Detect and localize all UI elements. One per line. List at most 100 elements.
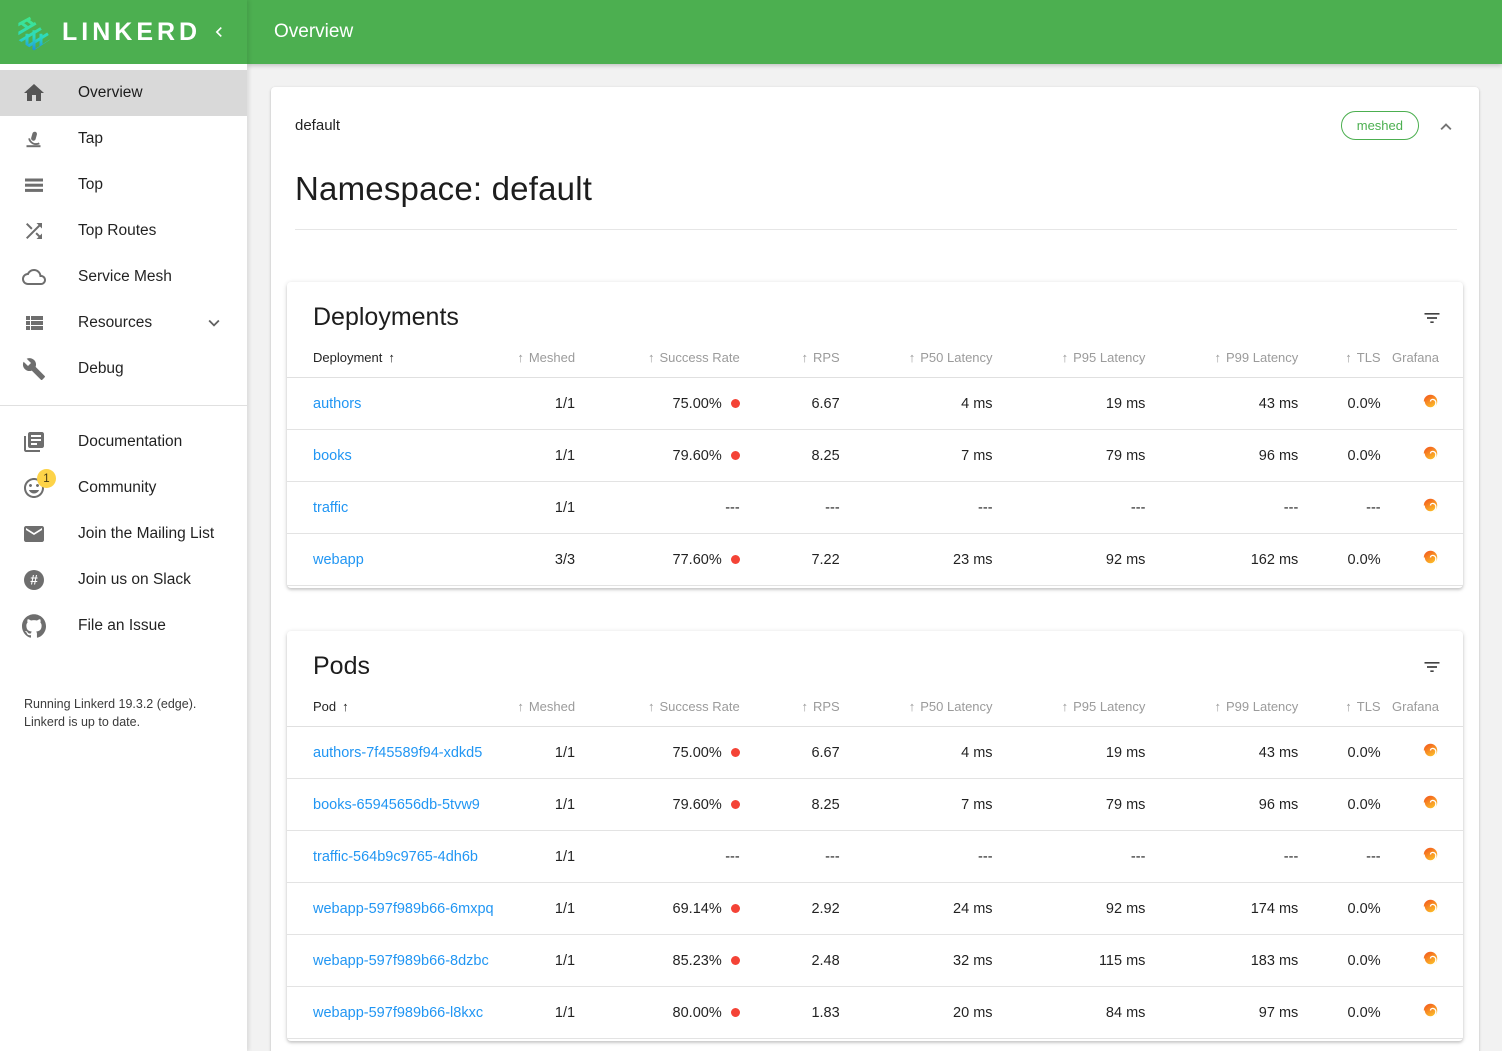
sidebar-item-community[interactable]: 1Community <box>0 465 247 511</box>
grafana-icon[interactable] <box>1422 549 1439 566</box>
sidebar-item-top[interactable]: Top <box>0 162 247 208</box>
column-header-p95-latency[interactable]: ↑P95 Latency <box>993 685 1146 727</box>
column-header-meshed[interactable]: ↑Meshed <box>487 685 575 727</box>
rps-cell: 6.67 <box>740 727 840 779</box>
grafana-icon[interactable] <box>1422 898 1439 915</box>
column-header-pod[interactable]: Pod↑ <box>287 685 487 727</box>
p50-latency-cell: 7 ms <box>840 430 993 482</box>
resource-link[interactable]: webapp-597f989b66-8dzbc <box>313 953 489 969</box>
column-header-p50-latency[interactable]: ↑P50 Latency <box>840 336 993 378</box>
email-icon <box>22 522 46 546</box>
sidebar-item-service-mesh[interactable]: Service Mesh <box>0 254 247 300</box>
sidebar-item-join-us-on-slack[interactable]: #Join us on Slack <box>0 557 247 603</box>
success-rate-cell: 79.60% <box>575 430 740 482</box>
resource-link[interactable]: webapp-597f989b66-l8kxc <box>313 1005 483 1021</box>
resource-link[interactable]: authors <box>313 396 361 412</box>
sidebar-item-file-an-issue[interactable]: File an Issue <box>0 603 247 649</box>
column-header-rps[interactable]: ↑RPS <box>740 336 840 378</box>
column-header-tls[interactable]: ↑TLS <box>1298 685 1380 727</box>
column-header-success-rate[interactable]: ↑Success Rate <box>575 685 740 727</box>
sidebar-item-debug[interactable]: Debug <box>0 346 247 392</box>
resource-link[interactable]: authors-7f45589f94-xdkd5 <box>313 745 482 761</box>
sidebar-item-resources[interactable]: Resources <box>0 300 247 346</box>
p99-latency-cell: --- <box>1145 831 1298 883</box>
p50-latency-cell: 23 ms <box>840 534 993 586</box>
p99-latency-cell: 174 ms <box>1145 883 1298 935</box>
resource-name-cell: authors <box>287 378 487 430</box>
sidebar-item-tap[interactable]: Tap <box>0 116 247 162</box>
success-rate-cell: 79.60% <box>575 779 740 831</box>
sidebar-item-label: Join the Mailing List <box>78 525 214 543</box>
column-header-deployment[interactable]: Deployment↑ <box>287 336 487 378</box>
grafana-cell <box>1381 883 1463 935</box>
tls-cell: 0.0% <box>1298 378 1380 430</box>
grafana-cell <box>1381 935 1463 987</box>
column-header-rps[interactable]: ↑RPS <box>740 685 840 727</box>
rps-cell: --- <box>740 831 840 883</box>
column-header-p99-latency[interactable]: ↑P99 Latency <box>1145 685 1298 727</box>
grafana-icon[interactable] <box>1422 950 1439 967</box>
logo-text: LINKERD <box>62 18 201 47</box>
meshed-cell: 1/1 <box>487 779 575 831</box>
column-header-tls[interactable]: ↑TLS <box>1298 336 1380 378</box>
resource-link[interactable]: webapp-597f989b66-6mxpq <box>313 901 494 917</box>
p95-latency-cell: 115 ms <box>993 935 1146 987</box>
filter-icon[interactable] <box>1422 308 1442 328</box>
tls-cell: 0.0% <box>1298 883 1380 935</box>
resource-link[interactable]: books <box>313 448 352 464</box>
sidebar-item-label: Debug <box>78 360 124 378</box>
grafana-cell <box>1381 987 1463 1039</box>
chevron-down-icon[interactable] <box>203 312 225 334</box>
grafana-icon[interactable] <box>1422 794 1439 811</box>
resource-link[interactable]: books-65945656db-5tvw9 <box>313 797 480 813</box>
table-row: webapp3/377.60%7.2223 ms92 ms162 ms0.0% <box>287 534 1463 586</box>
resource-name-cell: books-65945656db-5tvw9 <box>287 779 487 831</box>
tls-cell: 0.0% <box>1298 534 1380 586</box>
collapse-chevron-up-icon[interactable] <box>1435 115 1457 137</box>
resource-name-cell: authors-7f45589f94-xdkd5 <box>287 727 487 779</box>
p99-latency-cell: 43 ms <box>1145 378 1298 430</box>
grafana-icon[interactable] <box>1422 1002 1439 1019</box>
table-row: webapp-597f989b66-8dzbc1/185.23%2.4832 m… <box>287 935 1463 987</box>
sidebar-item-documentation[interactable]: Documentation <box>0 419 247 465</box>
grafana-icon[interactable] <box>1422 445 1439 462</box>
grafana-icon[interactable] <box>1422 393 1439 410</box>
status-dot <box>731 399 740 408</box>
filter-icon[interactable] <box>1422 657 1442 677</box>
sidebar-item-label: Service Mesh <box>78 268 172 286</box>
table-title: Pods <box>313 652 370 681</box>
tls-cell: --- <box>1298 831 1380 883</box>
sidebar-item-overview[interactable]: Overview <box>0 70 247 116</box>
p50-latency-cell: --- <box>840 831 993 883</box>
column-header-p99-latency[interactable]: ↑P99 Latency <box>1145 336 1298 378</box>
p95-latency-cell: --- <box>993 482 1146 534</box>
sidebar-collapse-chevron-left-icon[interactable] <box>209 22 229 42</box>
home-icon <box>22 81 46 105</box>
sidebar-header: LINKERD <box>0 0 247 64</box>
meshed-cell: 3/3 <box>487 534 575 586</box>
metrics-table: Pod↑↑Meshed↑Success Rate↑RPS↑P50 Latency… <box>287 685 1463 1039</box>
sidebar-item-label: Resources <box>78 314 152 332</box>
page-title: Namespace: default <box>295 170 1455 208</box>
resource-link[interactable]: traffic <box>313 500 348 516</box>
resource-link[interactable]: webapp <box>313 552 364 568</box>
grafana-icon[interactable] <box>1422 846 1439 863</box>
rps-cell: 7.22 <box>740 534 840 586</box>
sidebar-item-join-the-mailing-list[interactable]: Join the Mailing List <box>0 511 247 557</box>
column-header-p95-latency[interactable]: ↑P95 Latency <box>993 336 1146 378</box>
meshed-badge[interactable]: meshed <box>1341 111 1419 140</box>
column-header-meshed[interactable]: ↑Meshed <box>487 336 575 378</box>
grafana-icon[interactable] <box>1422 742 1439 759</box>
p50-latency-cell: --- <box>840 482 993 534</box>
rps-cell: --- <box>740 482 840 534</box>
p99-latency-cell: 183 ms <box>1145 935 1298 987</box>
sidebar-nav-secondary: Documentation1Community Join the Mailing … <box>0 419 247 649</box>
column-header-success-rate[interactable]: ↑Success Rate <box>575 336 740 378</box>
column-header-p50-latency[interactable]: ↑P50 Latency <box>840 685 993 727</box>
sidebar-item-top-routes[interactable]: Top Routes <box>0 208 247 254</box>
grafana-icon[interactable] <box>1422 497 1439 514</box>
table-title: Deployments <box>313 303 459 332</box>
p99-latency-cell: 96 ms <box>1145 430 1298 482</box>
table-row: webapp-597f989b66-l8kxc1/180.00%1.8320 m… <box>287 987 1463 1039</box>
resource-link[interactable]: traffic-564b9c9765-4dh6b <box>313 849 478 865</box>
